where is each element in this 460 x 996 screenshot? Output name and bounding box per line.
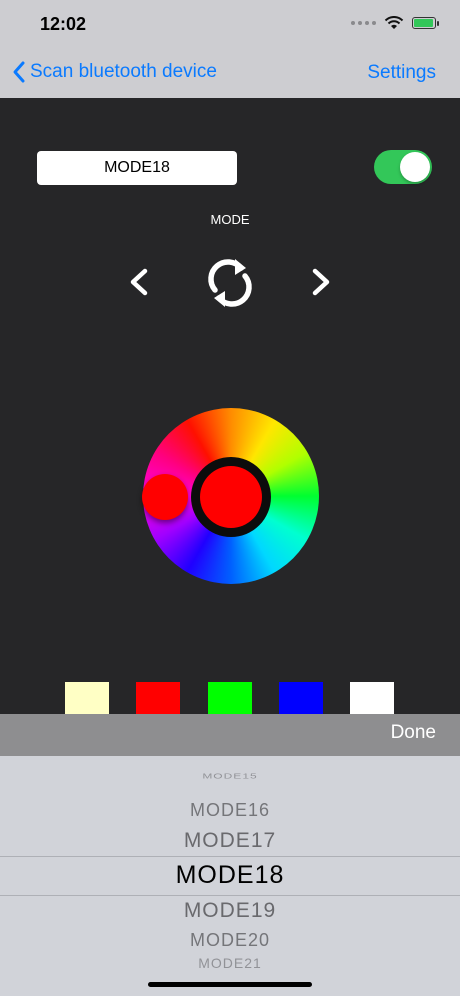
mode-field[interactable]: MODE18 [37,151,237,185]
status-icons [351,16,439,30]
color-swatch[interactable] [350,682,394,714]
color-swatch[interactable] [136,682,180,714]
color-swatch[interactable] [65,682,109,714]
back-button[interactable]: Scan bluetooth device [12,60,217,84]
battery-icon [412,17,439,29]
chevron-right-icon [312,268,330,296]
picker-option[interactable]: MODE17 [0,829,460,853]
picker-option-selected[interactable]: MODE18 [0,861,460,890]
color-wheel-handle[interactable] [142,474,188,520]
picker-option[interactable]: MODE20 [0,930,460,951]
picker-toolbar: Done [0,714,460,756]
picker-option[interactable]: MODE19 [0,899,460,923]
selected-color-fill [200,466,262,528]
wifi-icon [384,16,404,29]
cycle-mode-button[interactable] [205,254,255,312]
power-toggle[interactable] [374,150,432,184]
previous-mode-button[interactable] [124,262,154,302]
mode-value: MODE18 [104,159,170,176]
color-swatch[interactable] [279,682,323,714]
refresh-icon [208,259,252,307]
chevron-left-icon [13,61,25,83]
mode-label: MODE [210,212,250,227]
home-indicator [148,982,312,987]
mode-picker[interactable]: MODE15 MODE16 MODE17 MODE18 MODE19 MODE2… [0,756,460,996]
chevron-left-icon [130,268,148,296]
navigation-bar: Scan bluetooth device Settings [0,48,460,98]
picker-option[interactable]: MODE21 [0,956,460,968]
status-time: 12:02 [40,14,87,34]
done-button[interactable]: Done [391,722,436,744]
color-swatch[interactable] [208,682,252,714]
status-bar: 12:02 [0,0,460,48]
settings-button[interactable]: Settings [367,62,436,84]
back-button-label: Scan bluetooth device [30,61,217,82]
selected-color-preview [191,457,271,537]
signal-icon [351,21,376,25]
next-mode-button[interactable] [306,262,336,302]
picker-option[interactable]: MODE15 [0,772,460,779]
toggle-knob [400,152,430,182]
picker-option[interactable]: MODE16 [0,800,460,821]
